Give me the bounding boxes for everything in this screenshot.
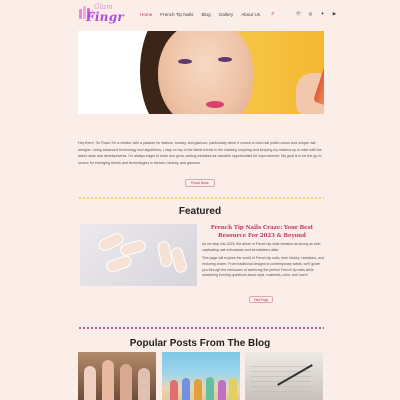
person-figure [102,360,114,400]
youtube-icon[interactable]: ▶ [332,11,337,16]
popular-posts-title: Popular Posts From The Blog [129,338,271,349]
hero-eye-right [218,57,232,62]
hero-image [78,31,324,114]
visit-page-button[interactable]: Visit Page [249,296,273,303]
person-figure [206,377,214,400]
person-figure [120,364,132,400]
notebook-lines [251,362,311,392]
nail-shape [118,238,148,258]
social-links: Ⓟ ◎ ✦ ▶ [296,11,337,16]
person-figure [84,366,96,400]
nav-blog[interactable]: Blog [201,12,210,17]
featured-title: Featured [178,206,222,217]
popular-post-image-2[interactable] [162,352,240,400]
hero-eye-left [178,59,192,64]
hero-face [158,31,253,114]
intro-text: Hey there, I'm Rose! I'm a creator with … [78,141,322,165]
twitter-icon[interactable]: ✦ [320,11,325,16]
logo-text-main: Fingr [86,10,125,24]
instagram-icon[interactable]: ◎ [308,11,313,16]
read-more-button[interactable]: Read More [185,179,215,187]
nav-gallery[interactable]: Gallery [219,12,234,17]
person-figure [138,368,150,400]
nail-shape [104,253,134,275]
person-figure [182,378,190,400]
nail-shape [169,245,189,275]
hero-lips [206,101,224,108]
nav-about-us[interactable]: About Us [241,12,260,17]
main-nav: Home French Tip Nails Blog Gallery About… [140,11,275,17]
pinterest-icon[interactable]: Ⓟ [296,11,301,16]
person-figure [194,379,202,400]
site-header: Glam Fingr Home French Tip Nails Blog Ga… [0,0,400,32]
popular-post-image-1[interactable] [78,352,156,400]
person-figure [218,380,226,400]
person-figure [170,380,178,400]
search-icon[interactable]: ⌕ [271,11,274,17]
featured-paragraph-1: As we step into 2023, the allure of Fren… [202,242,322,252]
featured-paragraph-2: This page will explore the world of Fren… [202,256,324,278]
dotted-divider-gold [78,197,324,199]
popular-post-image-3[interactable] [245,352,323,400]
site-logo[interactable]: Glam Fingr [74,3,126,27]
person-figure [229,378,237,400]
dotted-divider-purple [78,327,324,329]
featured-image[interactable] [80,224,197,286]
nav-home[interactable]: Home [140,12,152,17]
featured-heading[interactable]: French Tip Nails Craze: Your Best Resour… [200,224,324,240]
nav-french-tip-nails[interactable]: French Tip Nails [160,12,193,17]
